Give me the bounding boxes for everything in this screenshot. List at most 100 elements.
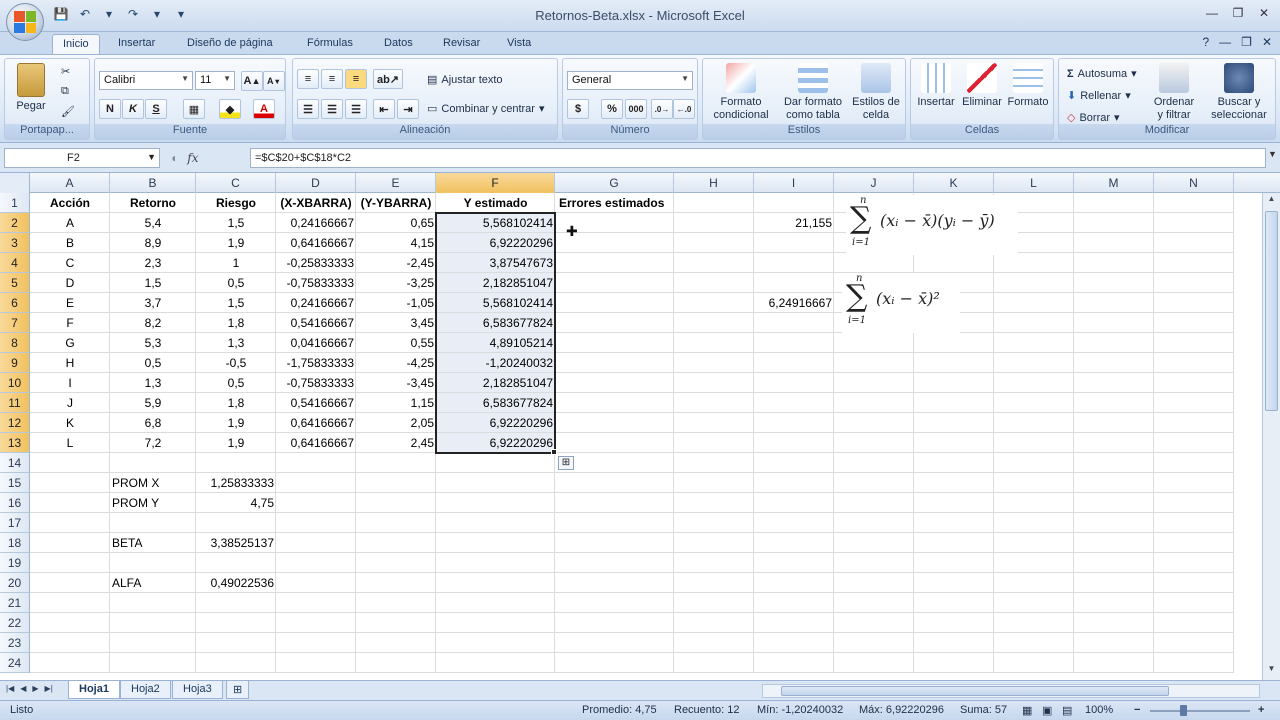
grid-cell[interactable]: [1154, 533, 1234, 553]
grid-cell[interactable]: [356, 473, 436, 493]
grid-cell[interactable]: [994, 313, 1074, 333]
cell-e1[interactable]: (Y-YBARRA): [356, 193, 436, 213]
grid-cell[interactable]: [834, 653, 914, 673]
auto-fill-options-icon[interactable]: ⊞: [558, 456, 574, 470]
cell-d6[interactable]: 0,24166667: [276, 293, 356, 313]
cell-c15[interactable]: 1,25833333: [196, 473, 276, 493]
grid-cell[interactable]: [674, 593, 754, 613]
grid-cell[interactable]: [674, 513, 754, 533]
row-header-10[interactable]: 10: [0, 373, 30, 393]
cell-d3[interactable]: 0,64166667: [276, 233, 356, 253]
grid-cell[interactable]: [276, 653, 356, 673]
cell-c10[interactable]: 0,5: [196, 373, 276, 393]
grid-cell[interactable]: [754, 393, 834, 413]
grid-cell[interactable]: [1074, 393, 1154, 413]
row-header-4[interactable]: 4: [0, 253, 30, 273]
grid-cell[interactable]: [30, 453, 110, 473]
column-header-c[interactable]: C: [196, 173, 276, 193]
prev-sheet-icon[interactable]: ◀: [20, 684, 26, 693]
grid-cell[interactable]: [914, 413, 994, 433]
grid-cell[interactable]: [356, 493, 436, 513]
cell-c11[interactable]: 1,8: [196, 393, 276, 413]
grid-cell[interactable]: [754, 653, 834, 673]
grid-cell[interactable]: [1074, 613, 1154, 633]
grid-cell[interactable]: [834, 453, 914, 473]
grid-cell[interactable]: [674, 433, 754, 453]
align-top-icon[interactable]: ≡: [297, 69, 319, 89]
grow-font-button[interactable]: A ▲: [241, 71, 263, 91]
grid-cell[interactable]: [674, 633, 754, 653]
sort-filter-button[interactable]: Ordenar y filtrar: [1147, 63, 1201, 122]
grid-cell[interactable]: [276, 493, 356, 513]
grid-cell[interactable]: [356, 513, 436, 533]
grid-cell[interactable]: [1074, 533, 1154, 553]
cell-d4[interactable]: -0,25833333: [276, 253, 356, 273]
grid-cell[interactable]: [436, 533, 555, 553]
grid-cell[interactable]: [834, 413, 914, 433]
clear-button[interactable]: ◇ Borrar ▾: [1067, 111, 1120, 125]
grid-cell[interactable]: [110, 613, 196, 633]
zoom-in-icon[interactable]: +: [1258, 704, 1264, 716]
cell-f11[interactable]: 6,583677824: [436, 393, 555, 413]
grid-cell[interactable]: [914, 493, 994, 513]
cell-e6[interactable]: -1,05: [356, 293, 436, 313]
thousands-button[interactable]: 000: [625, 99, 647, 119]
grid-cell[interactable]: [914, 533, 994, 553]
grid-cell[interactable]: [914, 473, 994, 493]
cell-a9[interactable]: H: [30, 353, 110, 373]
grid-cell[interactable]: [276, 593, 356, 613]
cell-d2[interactable]: 0,24166667: [276, 213, 356, 233]
grid-cell[interactable]: [994, 253, 1074, 273]
grid-cell[interactable]: [436, 613, 555, 633]
grid-cell[interactable]: [356, 553, 436, 573]
grid-cell[interactable]: [555, 593, 674, 613]
grid-cell[interactable]: [276, 573, 356, 593]
align-left-icon[interactable]: ☰: [297, 99, 319, 119]
grid-cell[interactable]: [914, 573, 994, 593]
horizontal-scroll-thumb[interactable]: [781, 686, 1169, 696]
grid-cell[interactable]: [1074, 413, 1154, 433]
first-sheet-icon[interactable]: |◀: [6, 684, 14, 693]
cell-d11[interactable]: 0,54166667: [276, 393, 356, 413]
cell-c3[interactable]: 1,9: [196, 233, 276, 253]
grid-cell[interactable]: [914, 553, 994, 573]
sheet-tab-hoja1[interactable]: Hoja1: [68, 681, 120, 699]
grid-cell[interactable]: [674, 213, 754, 233]
grid-cell[interactable]: [1154, 513, 1234, 533]
grid-cell[interactable]: [555, 253, 674, 273]
cell-d1[interactable]: (X-XBARRA): [276, 193, 356, 213]
grid-cell[interactable]: [754, 433, 834, 453]
cell-b1[interactable]: Retorno: [110, 193, 196, 213]
cell-d5[interactable]: -0,75833333: [276, 273, 356, 293]
cut-icon[interactable]: ✂: [61, 65, 70, 78]
column-header-e[interactable]: E: [356, 173, 436, 193]
decrease-indent-icon[interactable]: ⇤: [373, 99, 395, 119]
cell-e12[interactable]: 2,05: [356, 413, 436, 433]
cell-f3[interactable]: 6,92220296: [436, 233, 555, 253]
grid-cell[interactable]: [30, 473, 110, 493]
fill-color-icon[interactable]: ◆: [219, 99, 241, 119]
grid-cell[interactable]: [834, 513, 914, 533]
grid-cell[interactable]: [436, 553, 555, 573]
grid-cell[interactable]: [555, 473, 674, 493]
cell-f2[interactable]: 5,568102414: [436, 213, 555, 233]
grid-cell[interactable]: [754, 193, 834, 213]
cell-a8[interactable]: G: [30, 333, 110, 353]
grid-cell[interactable]: [754, 313, 834, 333]
row-header-12[interactable]: 12: [0, 413, 30, 433]
grid-cell[interactable]: [994, 633, 1074, 653]
formula-input[interactable]: =$C$20+$C$18*C2: [250, 148, 1266, 168]
grid-cell[interactable]: [754, 513, 834, 533]
grid-cell[interactable]: [276, 513, 356, 533]
grid-cell[interactable]: [754, 573, 834, 593]
grid-cell[interactable]: [30, 633, 110, 653]
expand-formula-bar-icon[interactable]: ▼: [1267, 149, 1278, 167]
grid-cell[interactable]: [30, 593, 110, 613]
grid-cell[interactable]: [436, 493, 555, 513]
wrap-text-button[interactable]: ▤ Ajustar texto: [427, 73, 503, 87]
grid-cell[interactable]: [1154, 393, 1234, 413]
grid-cell[interactable]: [754, 233, 834, 253]
cell-f4[interactable]: 3,87547673: [436, 253, 555, 273]
grid-cell[interactable]: [994, 333, 1074, 353]
grid-cell[interactable]: [674, 653, 754, 673]
